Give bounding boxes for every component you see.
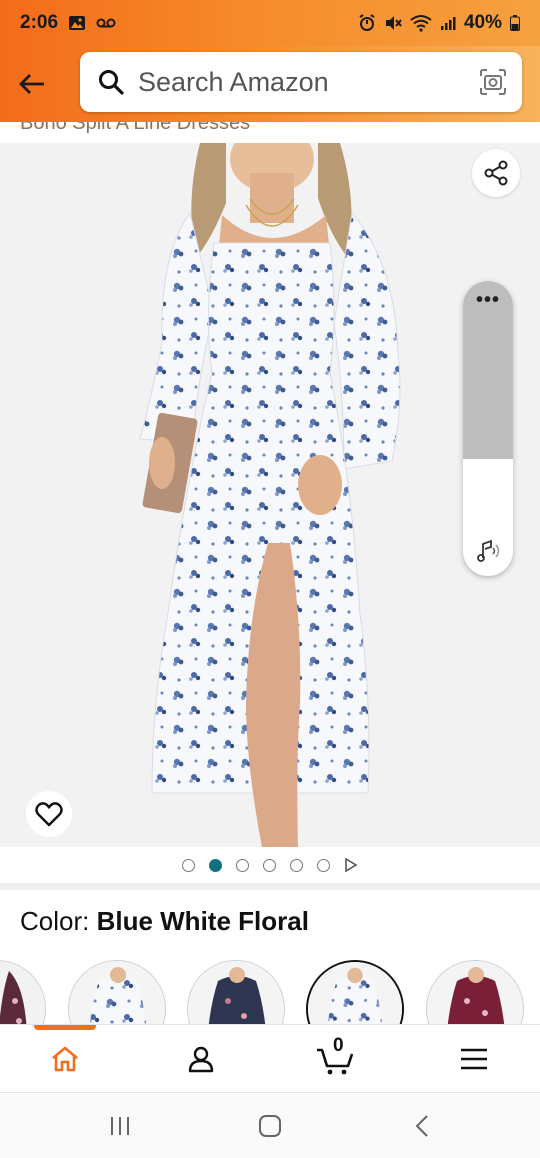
back-button[interactable] — [2, 54, 62, 114]
swatch-blue-white-floral-alt[interactable] — [68, 960, 166, 1024]
nav-cart[interactable]: 0 — [316, 1035, 356, 1079]
gallery-icon — [69, 16, 86, 30]
home-icon — [52, 1046, 78, 1072]
pagination-dot[interactable] — [317, 858, 330, 872]
status-time: 2:06 — [20, 12, 59, 33]
swatch-floral-dark[interactable] — [0, 960, 46, 1024]
pagination-dot[interactable] — [263, 858, 276, 872]
nav-account[interactable] — [181, 1039, 221, 1079]
pagination-dot[interactable] — [290, 858, 303, 872]
battery-icon — [510, 15, 520, 31]
recent-apps-icon — [111, 1117, 129, 1135]
color-label: Color: — [20, 906, 97, 936]
battery-percent: 40% — [463, 12, 502, 33]
wifi-icon — [410, 15, 432, 32]
wishlist-button[interactable] — [26, 791, 72, 837]
section-divider — [0, 883, 540, 890]
signal-icon — [440, 17, 456, 30]
search-bar[interactable]: Search Amazon — [80, 52, 522, 112]
voicemail-icon — [96, 18, 116, 28]
image-pagination — [0, 847, 540, 883]
alarm-icon — [359, 14, 375, 31]
product-title-text: Boho Split A Line Dresses — [20, 122, 251, 134]
pagination-dot[interactable] — [236, 858, 249, 872]
nav-menu[interactable] — [454, 1039, 494, 1079]
floating-media-panel[interactable]: ••• — [463, 281, 513, 576]
search-icon — [99, 70, 124, 95]
color-swatch-row — [0, 958, 540, 1024]
nav-home[interactable] — [45, 1039, 85, 1079]
system-navigation-bar — [0, 1092, 540, 1158]
more-options-icon[interactable]: ••• — [463, 290, 513, 310]
back-chevron-icon — [415, 1115, 428, 1137]
share-button[interactable] — [472, 149, 520, 197]
color-variation-label: Color: Blue White Floral — [20, 906, 309, 937]
audio-output-icon[interactable] — [473, 536, 503, 566]
product-image — [139, 143, 401, 847]
app-header: Search Amazon — [0, 46, 540, 122]
pagination-dot-active[interactable] — [209, 858, 222, 872]
home-system-button[interactable] — [250, 1111, 290, 1141]
recent-apps-button[interactable] — [100, 1111, 140, 1141]
search-placeholder: Search Amazon — [138, 66, 329, 97]
product-title-partial: Boho Split A Line Dresses — [0, 122, 540, 144]
share-icon — [484, 160, 508, 186]
active-tab-indicator — [34, 1025, 96, 1030]
color-value: Blue White Floral — [96, 906, 309, 936]
cart-count: 0 — [333, 1035, 344, 1056]
swatch-blue-white-floral-selected[interactable] — [306, 960, 404, 1024]
camera-scan-icon — [480, 69, 506, 95]
mute-icon — [385, 16, 402, 30]
back-system-button[interactable] — [402, 1111, 442, 1141]
pagination-dot[interactable] — [182, 858, 195, 872]
camera-search-button[interactable] — [478, 67, 508, 97]
home-square-icon — [259, 1115, 281, 1137]
status-bar: 2:06 40% — [0, 0, 540, 46]
heart-icon — [35, 802, 63, 827]
hamburger-menu-icon — [461, 1048, 487, 1070]
swatch-burgundy-floral[interactable] — [426, 960, 524, 1024]
bottom-navigation: 0 — [0, 1024, 540, 1092]
product-image-carousel[interactable] — [0, 143, 540, 847]
swatch-navy-floral[interactable] — [187, 960, 285, 1024]
account-icon — [188, 1046, 214, 1073]
play-video-icon[interactable] — [344, 858, 358, 872]
back-arrow-icon — [19, 74, 44, 94]
